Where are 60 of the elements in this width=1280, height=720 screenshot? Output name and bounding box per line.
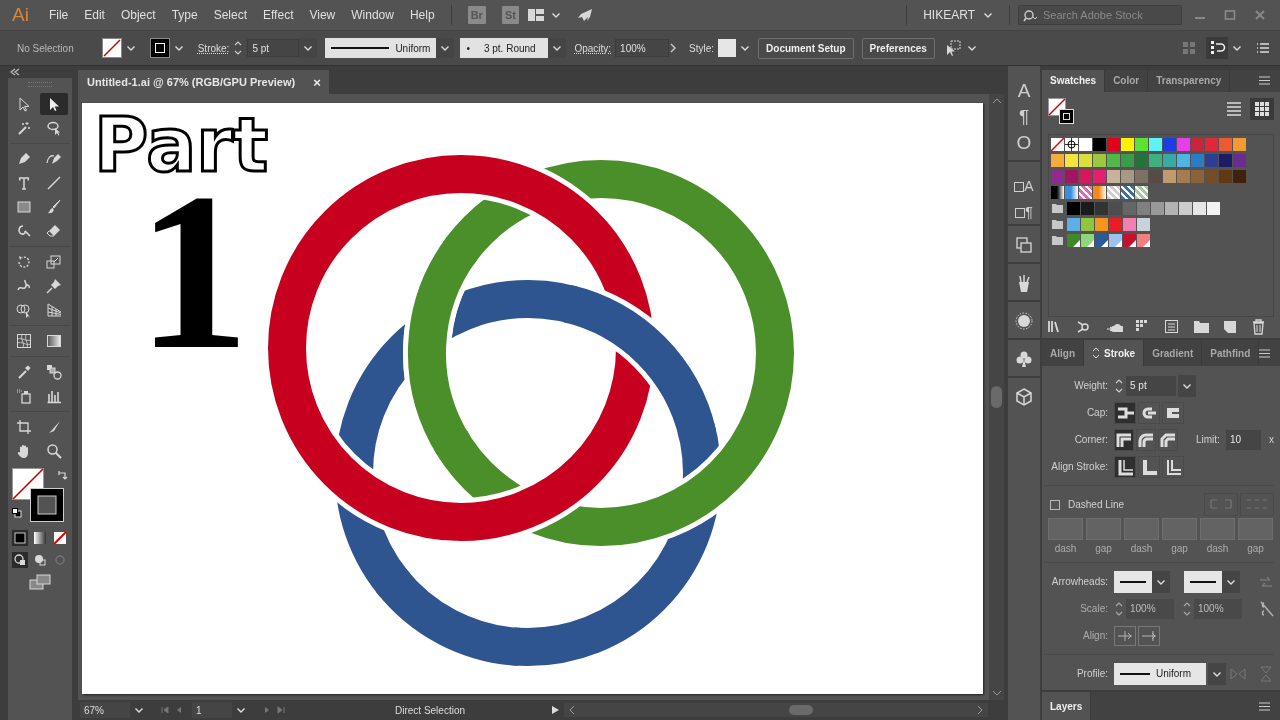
selection-status: No Selection — [17, 42, 74, 54]
field-label: Arrowheads: — [1050, 576, 1109, 587]
dash-label: dash — [1130, 543, 1153, 554]
menu-item[interactable]: Effect — [255, 5, 302, 25]
dash-label: dash — [1054, 543, 1077, 554]
limit-unit: x — [1269, 434, 1274, 445]
field-label: Scale: — [1079, 603, 1109, 614]
search-field[interactable]: Search Adobe Stock — [1018, 5, 1182, 25]
field-label: Profile: — [1075, 668, 1109, 679]
toolbar-button[interactable]: Document Setup — [758, 37, 854, 59]
menu-item[interactable]: Window — [343, 5, 402, 25]
dashed-line-label: Dashed Line — [1068, 499, 1125, 510]
menu-item[interactable]: Edit — [76, 5, 113, 25]
panel-tab[interactable]: Transparency — [1148, 70, 1231, 92]
style-panel-button[interactable]: ¶ — [1009, 194, 1039, 220]
dash-label: gap — [1247, 543, 1264, 554]
panel-button[interactable]: O — [1009, 130, 1039, 156]
panel-button[interactable]: ¶ — [1009, 104, 1039, 130]
layers-panel-tab[interactable]: Layers — [1042, 692, 1092, 720]
menu-item[interactable]: Select — [205, 5, 255, 25]
limit-field[interactable]: 10 — [1225, 429, 1261, 450]
close-tab-button[interactable]: × — [313, 74, 321, 90]
profile-dropdown[interactable]: Uniform — [1114, 662, 1206, 685]
style-panel-button[interactable]: A — [1009, 168, 1039, 194]
app-logo: Ai — [12, 4, 29, 26]
stroke-weight-field[interactable]: 5 pt — [247, 39, 300, 57]
menu-item[interactable]: Type — [163, 5, 206, 25]
opacity-label: Opacity: — [574, 42, 612, 54]
brush-dropdown[interactable]: • 3 pt. Round — [460, 38, 549, 58]
panel-tab[interactable]: Gradient — [1144, 340, 1203, 366]
panel-tab[interactable]: Pathfind — [1202, 340, 1260, 366]
artboard-field[interactable]: 1 — [192, 702, 232, 718]
panel-button[interactable]: A — [1009, 78, 1039, 104]
field-label: Cap: — [1085, 407, 1109, 418]
dash-label: dash — [1206, 543, 1229, 554]
field-label: Weight: — [1073, 380, 1109, 391]
document-title: Untitled-1.ai @ 67% (RGB/GPU Preview) — [87, 76, 296, 88]
menu-item[interactable]: File — [40, 5, 77, 25]
dash-label: gap — [1095, 543, 1112, 554]
field-label: Corner: — [1073, 434, 1109, 445]
field-label: Align: — [1082, 630, 1109, 641]
style-label: Style: — [689, 42, 715, 54]
panel-tab[interactable]: Swatches — [1042, 70, 1106, 92]
weight-field[interactable]: 5 pt — [1126, 375, 1176, 396]
menu-item[interactable]: Object — [112, 5, 164, 25]
dash-label: gap — [1171, 543, 1188, 554]
panel-tab[interactable]: Stroke — [1084, 340, 1145, 366]
opacity-field[interactable]: 100% — [615, 39, 670, 57]
variable-width-dropdown[interactable]: Uniform — [325, 38, 437, 58]
limit-label: Limit: — [1196, 434, 1220, 445]
panel-tab[interactable]: Color — [1105, 70, 1149, 92]
stroke-label: Stroke: — [197, 42, 230, 54]
document-tab[interactable]: Untitled-1.ai @ 67% (RGB/GPU Preview) × — [78, 70, 329, 94]
zoom-field[interactable]: 67% — [80, 702, 130, 718]
field-label: Align Stroke: — [1050, 461, 1109, 472]
toolbar-button[interactable]: Preferences — [861, 37, 935, 59]
status-text: Direct Selection — [394, 704, 466, 716]
workspace-switcher[interactable]: HIKEART — [923, 8, 975, 22]
menu-item[interactable]: Help — [401, 5, 443, 25]
menu-item[interactable]: View — [301, 5, 344, 25]
